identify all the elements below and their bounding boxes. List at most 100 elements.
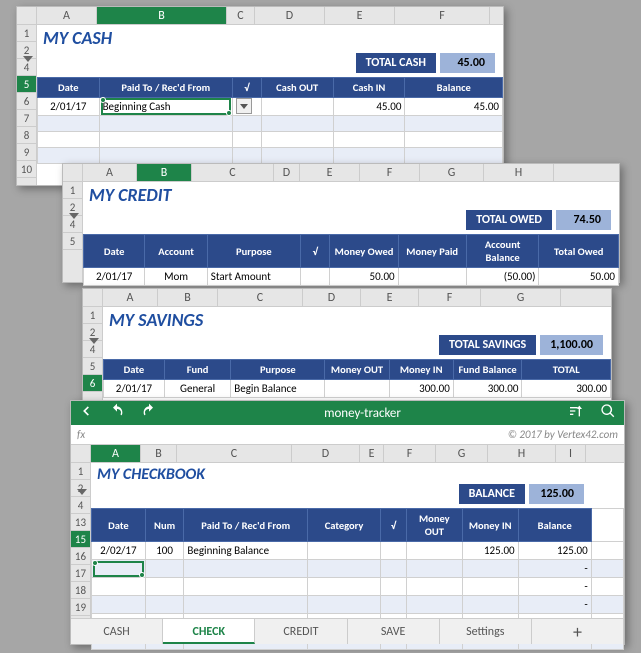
cell-check[interactable] [381,542,407,560]
cell-bal[interactable]: 125.00 [518,542,591,560]
tab-cash[interactable]: CASH [71,619,163,644]
cell-in[interactable]: 45.00 [333,98,405,116]
cell-purpose[interactable]: Start Amount [207,268,300,286]
col-F[interactable]: F [395,7,490,24]
col-D[interactable]: D [255,7,325,24]
cell-date[interactable]: 2/01/17 [38,98,100,116]
row-gutter: 1 2 4 5 [63,182,83,282]
window-cash: A B C D E F 1 2 4 5 6 7 8 9 10 MY CASH T… [16,6,504,186]
redo-icon[interactable] [141,403,157,423]
table-row[interactable]: - [92,578,624,596]
col-E[interactable]: E [361,289,419,306]
cell-paid[interactable]: Beginning Balance [184,542,308,560]
search-icon[interactable] [600,403,616,423]
col-H[interactable]: H [484,164,554,181]
column-headers: A B C D E F G H I [71,445,624,463]
cell-out[interactable] [325,380,389,398]
formula-bar[interactable]: fx © 2017 by Vertex42.com [71,425,624,445]
col-A[interactable]: A [37,7,97,24]
tab-save[interactable]: SAVE [348,619,440,644]
cell-num[interactable]: 100 [145,542,184,560]
col-F[interactable]: F [419,289,481,306]
undo-icon[interactable] [109,403,125,423]
cell-check[interactable] [300,268,330,286]
table-row[interactable] [38,132,503,148]
cell-in[interactable]: 300.00 [389,380,453,398]
col-C[interactable]: C [227,7,255,24]
th-purpose: Purpose [231,360,325,380]
table-row[interactable]: 2/02/17 100 Beginning Balance 125.00 125… [92,542,624,560]
cell-abal[interactable]: (50.00) [466,268,539,286]
col-D[interactable]: D [274,164,300,181]
cell-paid[interactable] [398,268,466,286]
add-sheet-button[interactable]: + [532,619,624,644]
selected-cell[interactable] [92,560,146,578]
col-C[interactable]: C [218,289,303,306]
outline-collapse-icon[interactable] [69,213,79,219]
col-F[interactable]: F [360,164,420,181]
tab-credit[interactable]: CREDIT [255,619,347,644]
col-A[interactable]: A [91,445,141,462]
table-row[interactable]: - [92,560,624,578]
row-gutter: 1 2 4 5 6 [83,307,103,407]
tab-check[interactable]: CHECK [163,619,255,644]
outline-collapse-icon[interactable] [77,489,87,495]
col-I[interactable]: I [556,445,586,462]
cell-date[interactable]: 2/01/17 [84,268,145,286]
col-B[interactable]: B [158,289,218,306]
col-F[interactable]: F [384,445,436,462]
col-G[interactable]: G [436,445,488,462]
col-G[interactable]: G [481,289,561,306]
col-D[interactable]: D [292,445,360,462]
col-H[interactable]: H [488,445,556,462]
cell-cat[interactable] [308,542,381,560]
th-fund: Fund [164,360,230,380]
col-E[interactable]: E [300,164,360,181]
col-A[interactable]: A [103,289,158,306]
col-D[interactable]: D [303,289,361,306]
table-row[interactable]: 2/01/17 General Begin Balance 300.00 300… [104,380,611,398]
cell-bal[interactable]: 45.00 [405,98,503,116]
total-value: 1,100.00 [540,335,603,355]
cell-fund[interactable]: General [164,380,230,398]
cell-account[interactable]: Mom [145,268,207,286]
cell-paid[interactable]: Beginning Cash [99,98,232,116]
outline-collapse-icon[interactable] [23,56,33,62]
th-num: Num [145,509,184,542]
total-label: TOTAL SAVINGS [439,335,536,355]
cell-tot[interactable]: 50.00 [539,268,619,286]
cell-date[interactable]: 2/02/17 [92,542,146,560]
th-date: Date [104,360,165,380]
col-E[interactable]: E [360,445,384,462]
cell-purpose[interactable]: Begin Balance [231,380,325,398]
table-row[interactable] [38,116,503,132]
table-row[interactable] [38,148,503,164]
table-row[interactable]: 2/01/17 Beginning Cash 45.00 45.00 [38,98,503,116]
tab-settings[interactable]: Settings [440,619,532,644]
outline-collapse-icon[interactable] [89,338,99,344]
sort-icon[interactable] [568,403,584,423]
cell-out[interactable] [406,542,462,560]
window-checkbook: money-tracker fx © 2017 by Vertex42.com … [70,400,625,645]
cell-in[interactable]: 125.00 [462,542,518,560]
cell-fbal[interactable]: 300.00 [453,380,522,398]
back-icon[interactable] [79,404,93,422]
col-C[interactable]: C [177,445,292,462]
cell-date[interactable]: 2/01/17 [104,380,165,398]
col-E[interactable]: E [325,7,395,24]
table-row[interactable]: - [92,596,624,614]
col-C[interactable]: C [192,164,274,181]
cell-owed[interactable]: 50.00 [330,268,398,286]
col-A[interactable]: A [83,164,137,181]
col-B[interactable]: B [141,445,177,462]
col-B[interactable]: B [137,164,192,181]
cell-tot[interactable]: 300.00 [522,380,611,398]
col-G[interactable]: G [420,164,484,181]
row-gutter: 1 2 4 5 6 7 8 9 10 [17,25,37,185]
th-fbal: Fund Balance [453,360,522,380]
col-B[interactable]: B [97,7,227,24]
cell-out[interactable] [261,98,333,116]
dropdown-button[interactable] [236,98,252,114]
th-date: Date [92,509,146,542]
table-row[interactable]: 2/01/17 Mom Start Amount 50.00 (50.00) 5… [84,268,619,286]
